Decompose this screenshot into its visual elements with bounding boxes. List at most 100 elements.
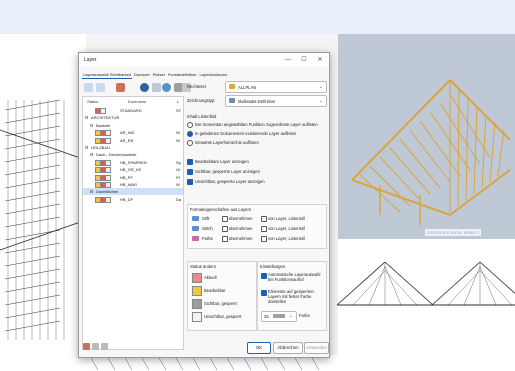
tree-row[interactable]: ⊟ HOLZBAU (83, 144, 183, 151)
settings-panel: Einstellungen Automatische Layerauswahl … (257, 261, 327, 331)
color-label: Farbe (299, 313, 310, 318)
maximize-icon[interactable]: ☐ (299, 55, 309, 65)
from-layer-checkbox[interactable] (261, 226, 267, 232)
tree-group-label: HOLZBAU (91, 145, 110, 150)
truss-line (384, 266, 402, 306)
cad-line (174, 355, 184, 371)
paste-icon[interactable] (101, 343, 108, 350)
expander-icon[interactable]: ⊟ (90, 152, 93, 157)
tree-row[interactable]: AR_WD W (83, 129, 183, 137)
status-square[interactable] (105, 182, 111, 188)
layer-extra: W (176, 137, 180, 143)
cad-line (4, 320, 61, 332)
status-swatch[interactable] (192, 286, 202, 296)
cad-line (140, 355, 150, 371)
cad-line (259, 355, 269, 371)
tree-row[interactable]: HB_DF Da (83, 196, 183, 203)
dropdown-icon[interactable] (152, 83, 161, 92)
expander-icon[interactable]: ⊟ (90, 123, 93, 128)
cad-line (89, 355, 99, 371)
tab-0[interactable]: Layerauswahl/ Sichtbarkeit (82, 71, 132, 79)
from-layer-checkbox[interactable] (261, 216, 267, 222)
radio-option[interactable] (187, 131, 193, 137)
tree-row[interactable]: STANDARD ST (83, 107, 183, 114)
status-swatch[interactable] (192, 273, 202, 283)
take-checkbox[interactable] (222, 236, 228, 242)
from-layer-label: von Layer, Linienstil (268, 216, 305, 221)
visibility-checkbox[interactable] (187, 179, 193, 185)
status-square[interactable] (105, 159, 111, 166)
from-layer-checkbox[interactable] (261, 236, 267, 242)
tree-row[interactable]: ⊟ Bauteile (83, 122, 183, 129)
tree-group-label: ARCHITEKTUR (91, 115, 120, 121)
inhalt-label: Inhalt Listenfeld (187, 114, 217, 119)
radio-option[interactable] (187, 140, 193, 146)
apply-button[interactable]: Anwenden (304, 342, 329, 354)
dialog-titlebar[interactable]: Layer — ☐ ✕ (79, 53, 329, 67)
back-icon[interactable] (96, 83, 105, 92)
layer-extra: Pf (176, 174, 180, 180)
status-square[interactable] (105, 196, 111, 203)
tree-row[interactable]: AR_EB W (83, 137, 183, 144)
take-checkbox[interactable] (222, 226, 228, 232)
expander-icon[interactable]: ⊟ (90, 189, 93, 194)
expander-icon[interactable]: ⊟ (85, 115, 88, 120)
from-layer-label: von Layer, Linienstil (268, 236, 305, 241)
auto-layer-checkbox[interactable] (261, 273, 267, 279)
rechteset-label: Rechteset (187, 84, 206, 89)
rechteset-combo[interactable]: ALLPLAN ⌄ (225, 81, 327, 93)
layer-extra: W (176, 182, 180, 187)
timber-beam (351, 79, 451, 181)
status-square[interactable] (105, 167, 111, 174)
cad-line (106, 355, 116, 371)
visibility-label: Bearbeitbare Layer anzeigen (195, 158, 249, 164)
settings-label: Einstellungen (260, 264, 286, 269)
col-l: L (177, 99, 180, 104)
tree-row[interactable]: ⊟ Dach-, Deckenbauteile (83, 151, 183, 158)
layer-name: HB_PF (120, 174, 133, 180)
tab-2[interactable]: Plotset (152, 71, 166, 78)
truss-line (447, 270, 481, 306)
tree-row[interactable]: ⊟ Dachflächen (83, 188, 183, 196)
tree-row[interactable]: HB_WAR W (83, 181, 183, 188)
radio-option[interactable] (187, 122, 193, 128)
copy-icon[interactable] (92, 343, 99, 350)
tab-3[interactable]: Formatdefinition (167, 71, 198, 78)
layer-name: HB_DF (120, 196, 134, 202)
tree-row[interactable]: ⊟ ARCHITEKTUR (83, 114, 183, 121)
tree-row[interactable]: HB_SPARREN Sp (83, 159, 183, 166)
status-square[interactable] (105, 137, 111, 144)
status-swatch[interactable] (192, 312, 202, 322)
layer-tool-icon[interactable] (116, 83, 125, 92)
cad-line (4, 255, 61, 267)
layer-wand-icon[interactable] (83, 343, 90, 350)
fixed-color-checkbox[interactable] (261, 290, 267, 296)
tree-row[interactable]: HB_GR_KE Gr (83, 166, 183, 174)
status-square[interactable] (105, 174, 111, 181)
radio-label: Gesamte Layerhierarchie auflisten (195, 139, 259, 145)
layer-extra: Gr (176, 167, 181, 173)
cad-line (191, 355, 201, 371)
arrow-icon[interactable] (84, 83, 93, 92)
tab-4[interactable]: Layerstrukturen (199, 71, 229, 78)
zeichnungstyp-combo[interactable]: Maßstabs-Definition ⌄ (225, 95, 327, 107)
status-swatch[interactable] (192, 299, 202, 309)
status-square[interactable] (100, 108, 106, 114)
cancel-button[interactable]: Abbrechen (273, 342, 303, 354)
visibility-checkbox[interactable] (187, 169, 193, 175)
settings-icon[interactable] (140, 83, 149, 92)
status-square[interactable] (105, 130, 111, 137)
close-icon[interactable]: ✕ (315, 55, 325, 65)
color-number-combo[interactable]: 25 ⌄ (261, 311, 297, 322)
layer-tree[interactable]: Status Kurzname L STANDARD ST ⊟ ARCHITEKTUR… (82, 96, 184, 350)
tab-1[interactable]: Druckset (133, 71, 151, 78)
truss-line (463, 266, 481, 306)
timber-beam (465, 97, 469, 201)
refresh-icon[interactable] (162, 83, 171, 92)
take-checkbox[interactable] (222, 216, 228, 222)
tree-row[interactable]: HB_PF Pf (83, 174, 183, 181)
expander-icon[interactable]: ⊟ (85, 145, 88, 150)
visibility-checkbox[interactable] (187, 159, 193, 165)
ok-button[interactable]: OK (247, 342, 271, 354)
minimize-icon[interactable]: — (283, 55, 293, 65)
